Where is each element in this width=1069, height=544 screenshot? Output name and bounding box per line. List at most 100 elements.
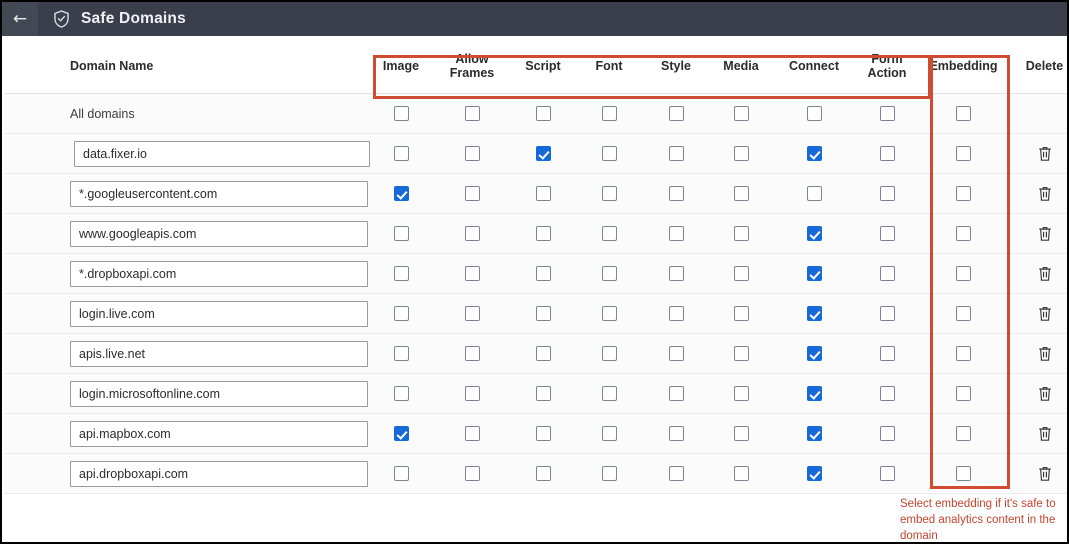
checkbox-image[interactable]	[393, 346, 409, 361]
delete-row-button[interactable]	[1037, 145, 1053, 162]
checkbox-form[interactable]	[879, 186, 895, 201]
domain-input[interactable]	[70, 180, 368, 207]
checkbox-style[interactable]	[668, 426, 684, 441]
checkbox-embed[interactable]	[956, 266, 971, 281]
checkbox-media[interactable]	[733, 306, 749, 321]
checkbox-image[interactable]	[393, 426, 409, 441]
checkbox-script[interactable]	[535, 146, 551, 161]
checkbox-style[interactable]	[668, 266, 684, 281]
checkbox-form[interactable]	[879, 106, 895, 121]
domain-input[interactable]	[70, 460, 368, 487]
checkbox-image[interactable]	[393, 106, 409, 121]
checkbox-script[interactable]	[535, 106, 551, 121]
checkbox-image[interactable]	[393, 266, 409, 281]
delete-row-button[interactable]	[1037, 185, 1053, 202]
checkbox-embed[interactable]	[956, 186, 971, 201]
delete-row-button[interactable]	[1037, 425, 1053, 442]
checkbox-media[interactable]	[733, 226, 749, 241]
checkbox-style[interactable]	[668, 146, 684, 161]
checkbox-embed[interactable]	[956, 226, 971, 241]
checkbox-frames[interactable]	[464, 146, 480, 161]
checkbox-frames[interactable]	[464, 386, 480, 401]
checkbox-form[interactable]	[879, 346, 895, 361]
checkbox-media[interactable]	[733, 426, 749, 441]
delete-row-button[interactable]	[1037, 345, 1053, 362]
checkbox-script[interactable]	[535, 426, 551, 441]
domain-input[interactable]	[70, 220, 368, 247]
checkbox-connect[interactable]	[806, 346, 822, 361]
checkbox-connect[interactable]	[806, 226, 822, 241]
checkbox-connect[interactable]	[806, 466, 822, 481]
domain-input[interactable]	[70, 340, 368, 367]
checkbox-style[interactable]	[668, 386, 684, 401]
checkbox-frames[interactable]	[464, 106, 480, 121]
checkbox-frames[interactable]	[464, 466, 480, 481]
domain-input[interactable]	[70, 380, 368, 407]
checkbox-script[interactable]	[535, 346, 551, 361]
checkbox-frames[interactable]	[464, 426, 480, 441]
checkbox-embed[interactable]	[956, 346, 971, 361]
delete-row-button[interactable]	[1037, 385, 1053, 402]
checkbox-font[interactable]	[601, 186, 617, 201]
checkbox-frames[interactable]	[464, 186, 480, 201]
delete-row-button[interactable]	[1037, 305, 1053, 322]
domain-input[interactable]	[70, 260, 368, 287]
checkbox-style[interactable]	[668, 306, 684, 321]
checkbox-script[interactable]	[535, 226, 551, 241]
checkbox-font[interactable]	[601, 426, 617, 441]
checkbox-font[interactable]	[601, 146, 617, 161]
checkbox-form[interactable]	[879, 386, 895, 401]
checkbox-connect[interactable]	[806, 306, 822, 321]
checkbox-embed[interactable]	[956, 466, 971, 481]
checkbox-image[interactable]	[393, 306, 409, 321]
checkbox-media[interactable]	[733, 186, 749, 201]
checkbox-font[interactable]	[601, 266, 617, 281]
delete-row-button[interactable]	[1037, 465, 1053, 482]
checkbox-form[interactable]	[879, 266, 895, 281]
checkbox-connect[interactable]	[806, 266, 822, 281]
domain-input[interactable]	[74, 140, 370, 167]
checkbox-connect[interactable]	[806, 146, 822, 161]
checkbox-connect[interactable]	[806, 186, 822, 201]
checkbox-form[interactable]	[879, 426, 895, 441]
delete-row-button[interactable]	[1037, 225, 1053, 242]
checkbox-font[interactable]	[601, 346, 617, 361]
checkbox-embed[interactable]	[956, 426, 971, 441]
checkbox-embed[interactable]	[956, 146, 971, 161]
checkbox-connect[interactable]	[806, 386, 822, 401]
checkbox-media[interactable]	[733, 346, 749, 361]
checkbox-script[interactable]	[535, 186, 551, 201]
checkbox-script[interactable]	[535, 306, 551, 321]
checkbox-font[interactable]	[601, 226, 617, 241]
checkbox-style[interactable]	[668, 466, 684, 481]
checkbox-frames[interactable]	[464, 346, 480, 361]
checkbox-connect[interactable]	[806, 106, 822, 121]
checkbox-connect[interactable]	[806, 426, 822, 441]
checkbox-style[interactable]	[668, 226, 684, 241]
checkbox-embed[interactable]	[956, 386, 971, 401]
checkbox-font[interactable]	[601, 306, 617, 321]
checkbox-frames[interactable]	[464, 226, 480, 241]
checkbox-media[interactable]	[733, 266, 749, 281]
checkbox-media[interactable]	[733, 146, 749, 161]
checkbox-font[interactable]	[601, 466, 617, 481]
checkbox-script[interactable]	[535, 266, 551, 281]
checkbox-style[interactable]	[668, 106, 684, 121]
domain-input[interactable]	[70, 420, 368, 447]
checkbox-form[interactable]	[879, 146, 895, 161]
checkbox-image[interactable]	[393, 226, 409, 241]
checkbox-frames[interactable]	[464, 266, 480, 281]
checkbox-form[interactable]	[879, 466, 895, 481]
checkbox-font[interactable]	[601, 386, 617, 401]
checkbox-form[interactable]	[879, 226, 895, 241]
checkbox-media[interactable]	[733, 466, 749, 481]
checkbox-embed[interactable]	[956, 306, 971, 321]
checkbox-style[interactable]	[668, 346, 684, 361]
checkbox-font[interactable]	[601, 106, 617, 121]
checkbox-image[interactable]	[393, 466, 409, 481]
checkbox-form[interactable]	[879, 306, 895, 321]
back-button[interactable]: ←	[2, 2, 38, 36]
checkbox-embed[interactable]	[956, 106, 971, 121]
checkbox-frames[interactable]	[464, 306, 480, 321]
checkbox-media[interactable]	[733, 106, 749, 121]
